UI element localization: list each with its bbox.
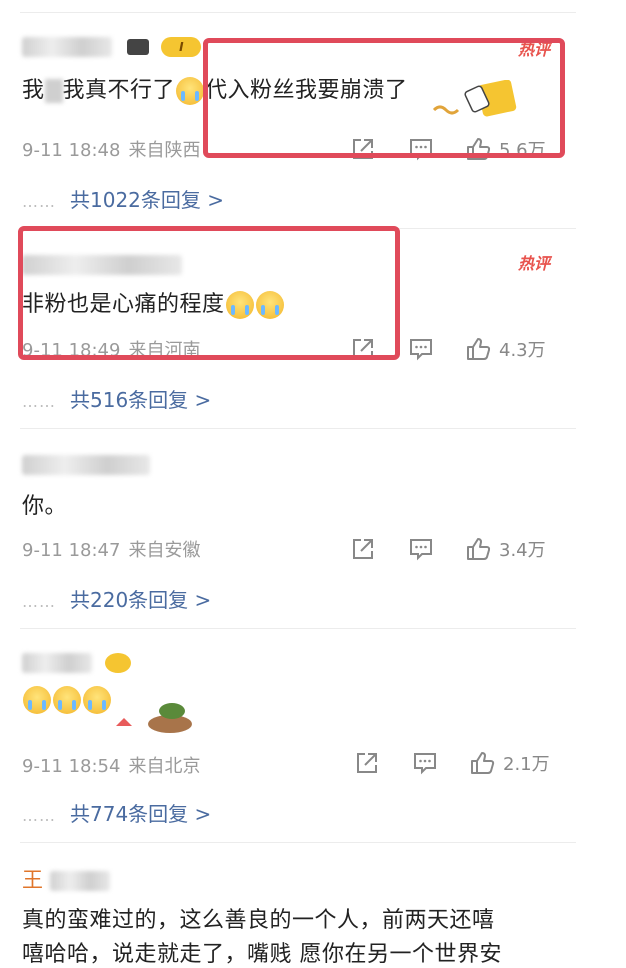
like-icon [471,752,495,774]
like-count: 2.1万 [503,754,550,775]
crown-badge-icon [104,653,131,673]
like-count: 3.4万 [499,540,546,561]
like-button[interactable]: 3.4万 [465,534,546,564]
action-bar: 2.1万 [354,748,564,778]
capybara-sticker [112,698,194,734]
username[interactable] [22,452,150,476]
view-replies-link[interactable]: …… 共1022条回复 > [22,184,224,213]
share-icon [357,753,377,773]
blurred-username [22,455,150,475]
crying-emoji [83,686,111,714]
comment-icon [410,339,432,361]
blurred-username [22,653,92,673]
highlight-box [18,226,400,360]
divider [20,842,576,843]
blurred-username [22,37,112,57]
username[interactable]: I [22,34,202,58]
fan-level-badge: I [161,37,202,57]
comment-button[interactable] [412,748,438,778]
share-button[interactable] [350,534,376,564]
action-bar: 3.4万 [350,534,560,564]
view-replies-link[interactable]: …… 共220条回复 > [22,584,211,613]
share-button[interactable] [354,748,380,778]
divider [20,628,576,629]
comment-text: 真的蛮难过的，这么善良的一个人，前两天还嘻 [22,908,495,933]
comment-meta: 9-11 18:48 来自陕西 [22,140,201,161]
comment-button[interactable] [408,534,434,564]
comment-icon [410,539,432,561]
comment-icon [414,753,436,775]
like-button[interactable]: 2.1万 [469,748,550,778]
comment-meta: 9-11 18:47 来自安徽 [22,540,201,561]
view-replies-link[interactable]: …… 共774条回复 > [22,798,211,827]
comment-meta: 9-11 18:54 来自北京 [22,756,201,777]
crying-emoji [23,686,51,714]
like-count: 4.3万 [499,340,546,361]
top-divider [20,12,576,13]
username[interactable]: 王 [22,864,110,894]
crying-emoji [53,686,81,714]
comment-text: 你。 [22,494,68,519]
blurred-word [44,79,63,103]
blurred-username [49,871,110,891]
view-replies-link[interactable]: …… 共516条回复 > [22,384,211,413]
divider [20,428,576,429]
vip-crown-icon [126,39,149,55]
like-button[interactable]: 4.3万 [465,334,546,364]
hot-comment-label: 热评 [517,254,550,273]
comment-button[interactable] [408,334,434,364]
comment-text [22,686,112,714]
highlight-box [203,38,565,158]
comment-text-line2: 嘻哈哈，说走就走了，嘴贱 愿你在另一个世界安 [22,942,502,967]
share-icon [353,539,373,559]
crying-emoji [176,77,205,105]
username[interactable] [22,650,131,674]
like-icon [467,338,491,360]
like-icon [467,538,491,560]
